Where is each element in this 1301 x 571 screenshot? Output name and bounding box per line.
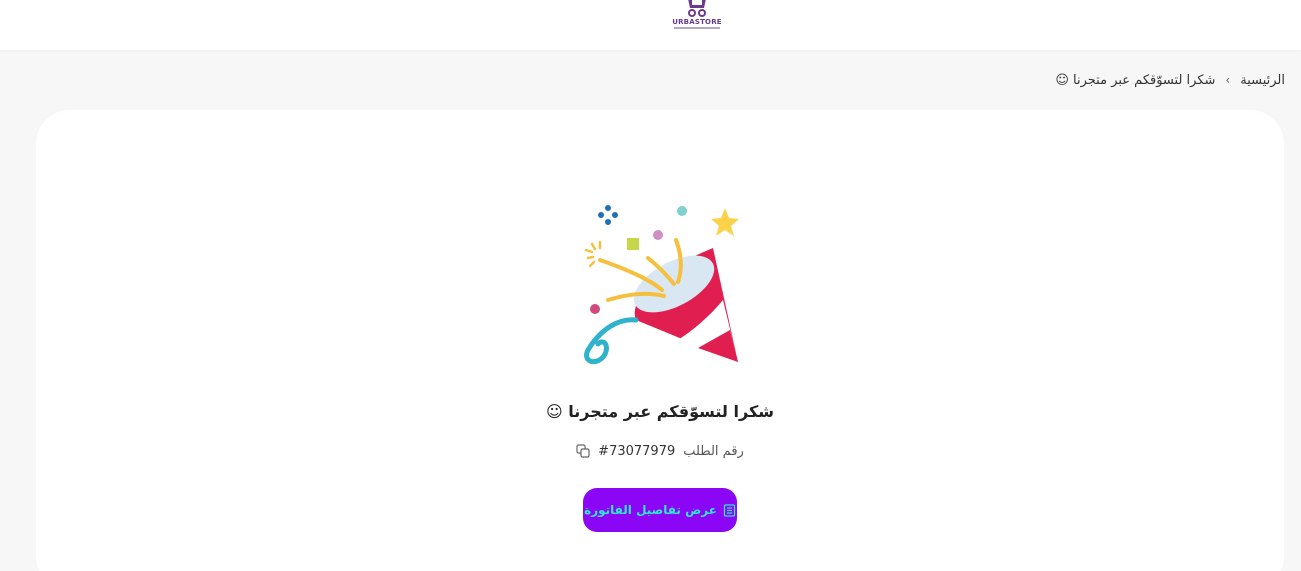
view-invoice-button[interactable]: عرض تفاصيل الفاتورة: [583, 488, 737, 532]
view-invoice-label: عرض تفاصيل الفاتورة: [584, 503, 717, 517]
invoice-icon: [723, 503, 736, 517]
store-logo[interactable]: URBASTORE: [670, 0, 724, 36]
breadcrumb: الرئيسية › شكرا لتسوّقكم عبر متجرنا ☺: [1055, 70, 1285, 90]
order-number-value: #73077979: [598, 443, 676, 459]
thank-you-heading: شكرا لتسوّقكم عبر متجرنا ☺: [546, 402, 774, 421]
copy-icon[interactable]: [576, 444, 590, 458]
top-header: URBASTORE: [0, 0, 1301, 50]
logo-cart-icon: [688, 0, 706, 17]
breadcrumb-current: شكرا لتسوّقكم عبر متجرنا ☺: [1055, 72, 1216, 88]
breadcrumb-separator: ›: [1225, 73, 1231, 87]
breadcrumb-home-link[interactable]: الرئيسية: [1240, 73, 1285, 88]
order-number-label: رقم الطلب: [683, 443, 744, 459]
logo-tagline: [674, 27, 720, 29]
order-number-row: رقم الطلب #73077979: [500, 440, 820, 462]
party-popper-icon: [584, 205, 739, 365]
logo-text: URBASTORE: [672, 18, 722, 26]
